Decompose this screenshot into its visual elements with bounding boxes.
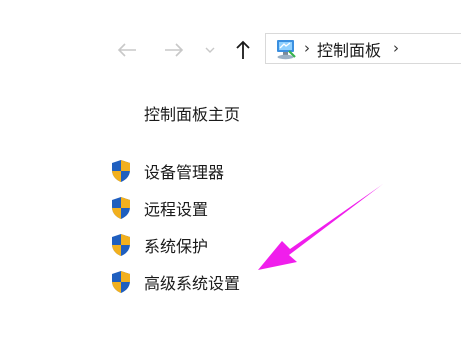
annotation-arrow (258, 184, 383, 270)
control-panel-window: › 控制面板 › 控制面板主页 设备管理器 远程设置 系统保护 高级系统设置 (0, 0, 461, 344)
